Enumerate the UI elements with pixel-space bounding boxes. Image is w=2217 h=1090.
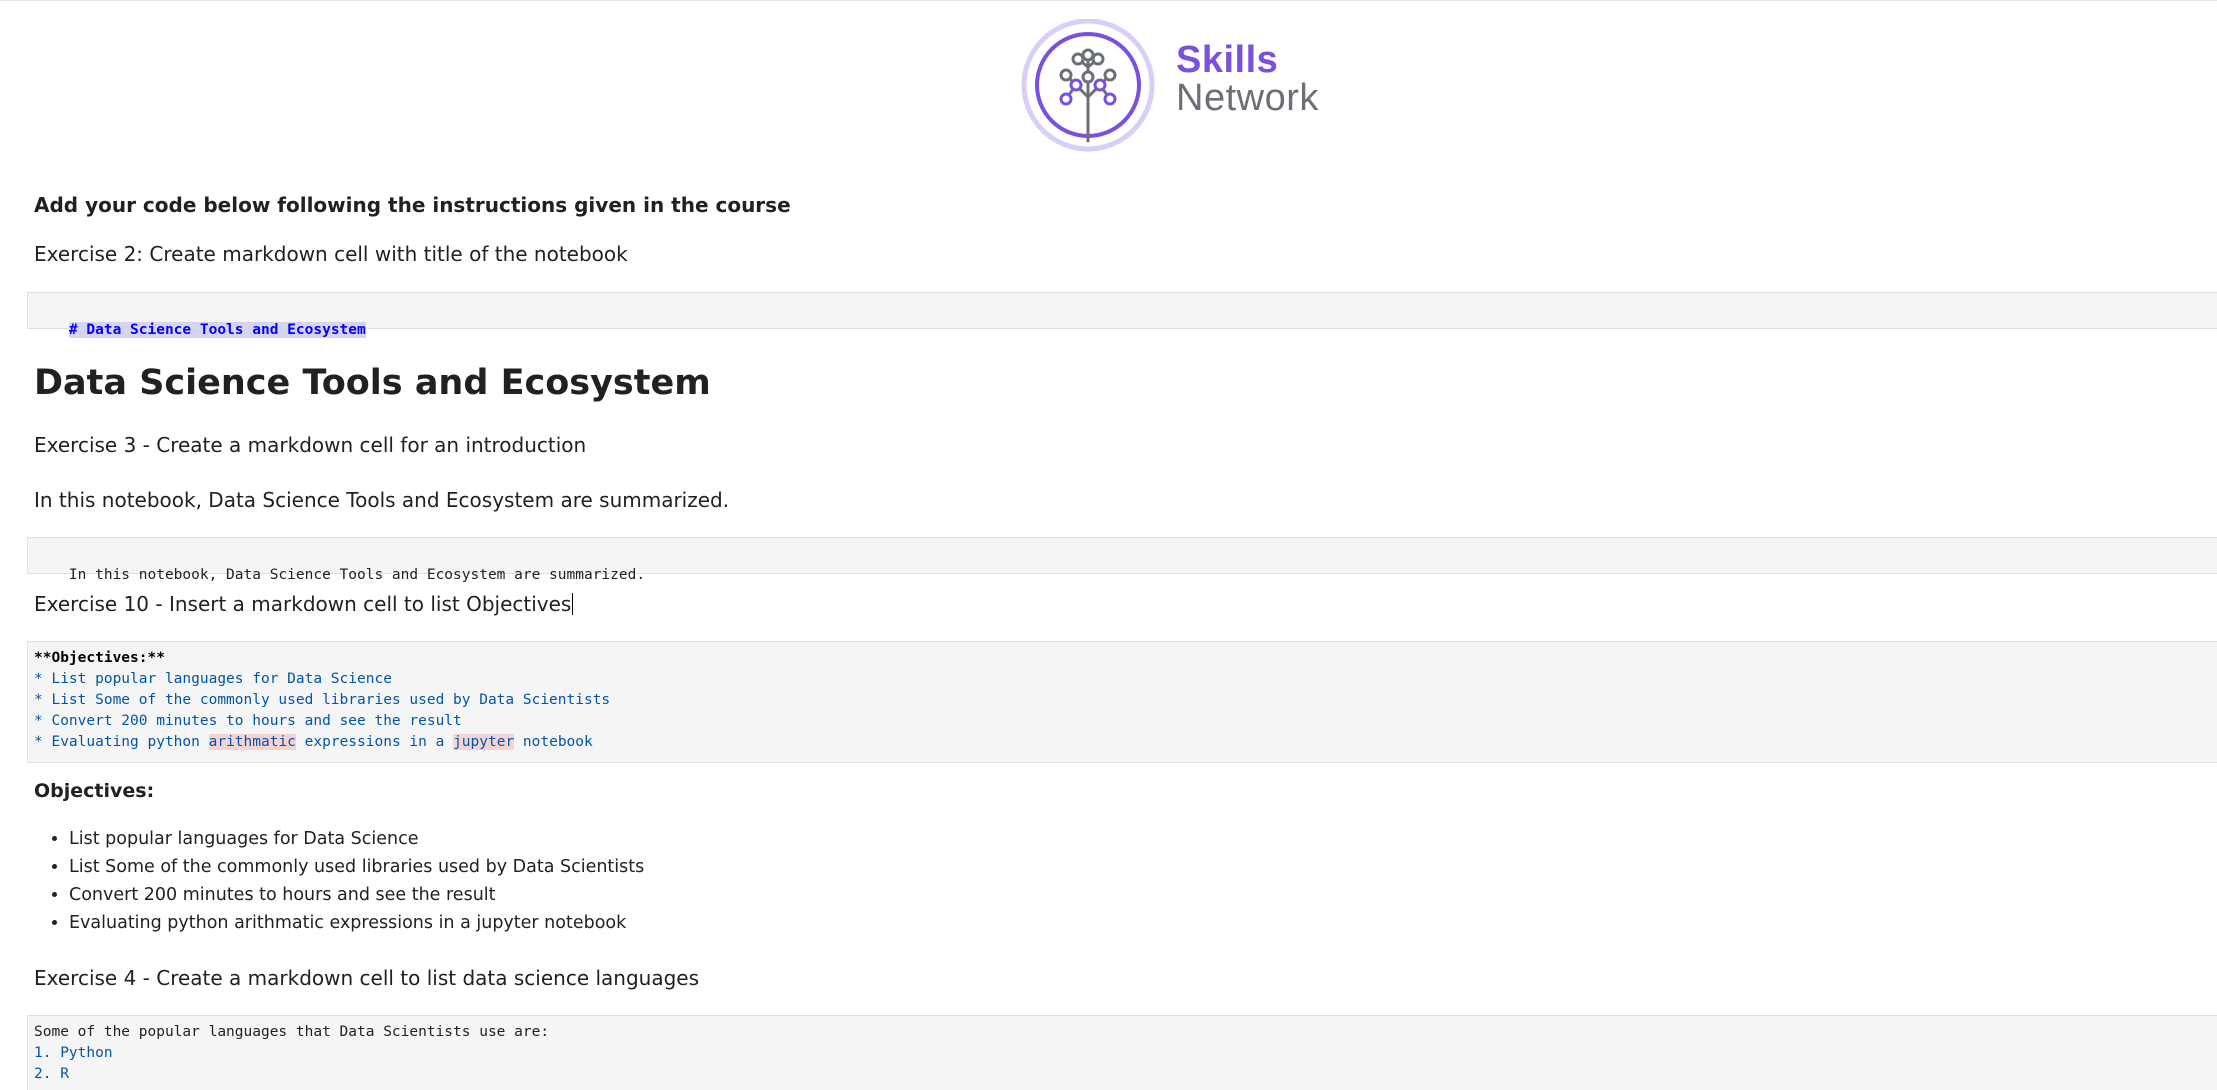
logo-text-network: Network	[1176, 77, 1319, 119]
languages-source-intro: Some of the popular languages that Data …	[34, 1024, 550, 1040]
exercise-3-text: Exercise 3 - Create a markdown cell for …	[34, 433, 587, 457]
intro-source-cell[interactable]: In this notebook, Data Science Tools and…	[27, 537, 2217, 583]
objectives-source-item: * List popular languages for Data Scienc…	[34, 671, 392, 687]
text-cursor	[572, 593, 574, 615]
objectives-list: List popular languages for Data Science …	[34, 825, 644, 937]
logo-wordmark: Skills Network	[1176, 41, 1319, 117]
exercise-10-text[interactable]: Exercise 10 - Insert a markdown cell to …	[34, 592, 574, 616]
languages-source-item: 1. Python	[34, 1045, 113, 1061]
languages-source-item: 2. R	[34, 1066, 69, 1082]
list-item: List popular languages for Data Science	[69, 825, 644, 853]
exercise-10-label: Exercise 10 - Insert a markdown cell to …	[34, 592, 572, 616]
languages-source-cell[interactable]: Some of the popular languages that Data …	[27, 1015, 2217, 1090]
logo-text-skills: Skills	[1176, 39, 1279, 81]
list-item: Convert 200 minutes to hours and see the…	[69, 881, 644, 909]
intro-rendered-text: In this notebook, Data Science Tools and…	[34, 488, 730, 512]
instructions-text: Add your code below following the instru…	[34, 193, 791, 217]
intro-source-text: In this notebook, Data Science Tools and…	[68, 567, 646, 583]
objectives-source-prefix: * Evaluating python	[34, 734, 209, 750]
exercise-2-text: Exercise 2: Create markdown cell with ti…	[34, 242, 628, 266]
exercise-4-text: Exercise 4 - Create a markdown cell to l…	[34, 966, 700, 990]
list-item: Evaluating python arithmatic expressions…	[69, 909, 644, 937]
objectives-source-heading: **Objectives:**	[34, 650, 165, 666]
objectives-source-cell[interactable]: **Objectives:** * List popular languages…	[27, 641, 2217, 763]
notebook-page: Skills Network Add your code below follo…	[0, 0, 2217, 1090]
objectives-source-middle: expressions in a	[295, 734, 454, 750]
misspelled-word: arithmatic	[208, 734, 296, 750]
objectives-source-item: * List Some of the commonly used librari…	[34, 692, 611, 708]
notebook-title: Data Science Tools and Ecosystem	[34, 363, 711, 403]
objectives-source-suffix: notebook	[514, 734, 593, 750]
misspelled-word: jupyter	[453, 734, 515, 750]
title-source-cell[interactable]: # Data Science Tools and Ecosystem	[27, 292, 2217, 338]
title-source-text: # Data Science Tools and Ecosystem	[68, 322, 366, 338]
objectives-source-item: * Convert 200 minutes to hours and see t…	[34, 713, 462, 729]
objectives-source-item-last: * Evaluating python arithmatic expressio…	[34, 734, 593, 750]
objectives-heading: Objectives:	[34, 780, 155, 802]
list-item: List Some of the commonly used libraries…	[69, 853, 644, 881]
